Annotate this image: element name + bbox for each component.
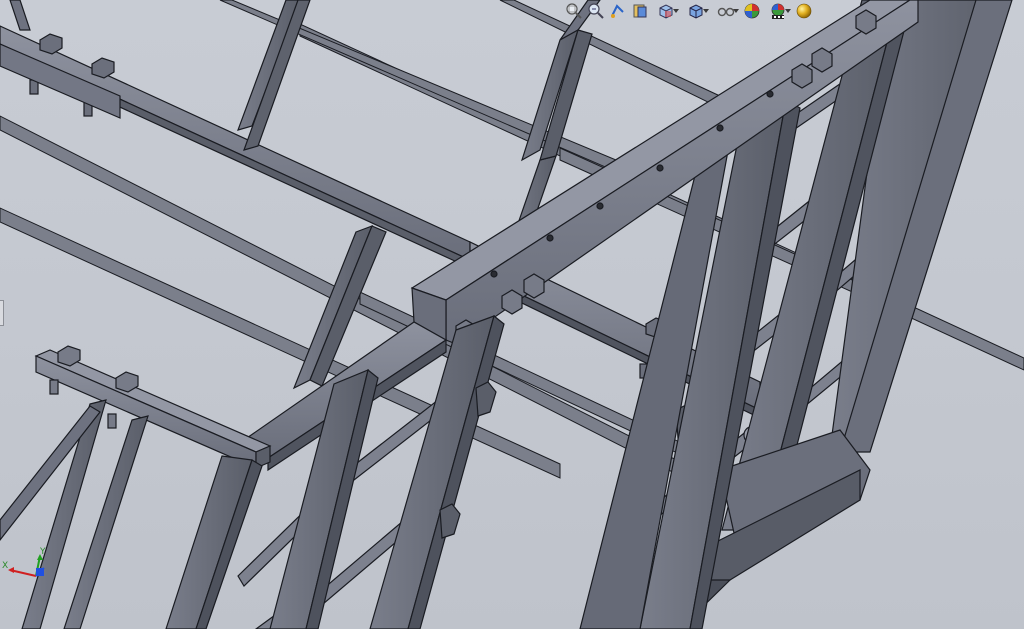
hide-show-items-button[interactable] [712, 1, 740, 21]
triad-x-label: X [2, 561, 8, 571]
display-style-button[interactable] [682, 1, 710, 21]
zoom-to-area-icon [588, 3, 604, 19]
heads-up-view-toolbar [564, 0, 814, 22]
feature-manager-collapse-handle[interactable] [0, 300, 4, 326]
zoom-to-fit-icon [566, 3, 582, 19]
hide-show-items-dropdown-icon [733, 9, 739, 13]
section-view-icon [633, 4, 647, 18]
view-settings-button[interactable] [794, 1, 814, 21]
section-view-button[interactable] [630, 1, 650, 21]
triad-x-arrowhead [8, 567, 14, 573]
apply-scene-button[interactable] [764, 1, 792, 21]
view-orientation-button[interactable] [652, 1, 680, 21]
zoom-to-fit-button[interactable] [564, 1, 584, 21]
apply-scene-dropdown-icon [785, 9, 791, 13]
edit-appearance-icon [744, 3, 760, 19]
previous-view-icon [611, 4, 624, 18]
edit-appearance-button[interactable] [742, 1, 762, 21]
zoom-to-area-button[interactable] [586, 1, 606, 21]
view-settings-icon [796, 3, 812, 19]
triad-z-marker [36, 568, 44, 576]
view-orientation-dropdown-icon [673, 9, 679, 13]
previous-view-button[interactable] [608, 1, 628, 21]
rear-left-frame [0, 0, 601, 390]
triad-y-label: Y [39, 547, 46, 557]
reference-triad[interactable]: X Y [2, 546, 52, 588]
display-style-dropdown-icon [703, 9, 709, 13]
cad-model-frame[interactable] [0, 0, 1024, 629]
graphics-area[interactable]: X Y [0, 0, 1024, 629]
